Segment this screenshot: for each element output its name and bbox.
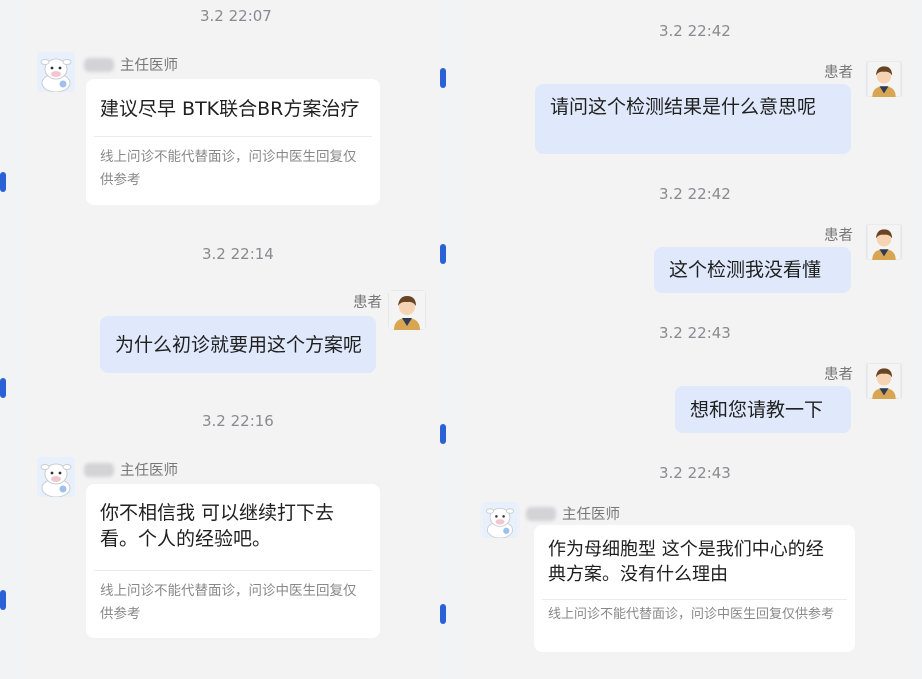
background-list-left bbox=[0, 0, 24, 679]
disclaimer-text: 线上问诊不能代替面诊，问诊中医生回复仅供参考 bbox=[100, 149, 357, 188]
disclaimer-text: 线上问诊不能代替面诊，问诊中医生回复仅供参考 bbox=[100, 583, 357, 622]
patient-avatar-icon[interactable] bbox=[865, 224, 903, 260]
doctor-avatar-icon[interactable] bbox=[480, 502, 520, 538]
patient-label: 患者 bbox=[353, 295, 382, 311]
background-list-middle bbox=[440, 0, 466, 679]
timestamp: 3.2 22:43 bbox=[659, 464, 731, 482]
doctor-message-bubble[interactable]: 建议尽早 BTK联合BR方案治疗 线上问诊不能代替面诊，问诊中医生回复仅供参考 bbox=[86, 79, 380, 205]
timestamp: 3.2 22:42 bbox=[659, 185, 731, 203]
redacted-name bbox=[84, 462, 114, 477]
redacted-name bbox=[84, 57, 114, 72]
chat-panel-right[interactable]: 3.2 22:42 患者 请问这个检测结果是什么意思呢 3.2 22:42 患者… bbox=[466, 0, 914, 679]
list-accent-marker bbox=[440, 244, 446, 264]
message-text: 这个检测我没看懂 bbox=[669, 259, 822, 281]
patient-message-bubble[interactable]: 请问这个检测结果是什么意思呢 bbox=[535, 84, 851, 154]
background-list-right bbox=[914, 0, 922, 679]
doctor-name-row: 主任医师 bbox=[84, 54, 178, 75]
list-accent-marker bbox=[0, 172, 6, 192]
patient-label: 患者 bbox=[824, 367, 853, 383]
timestamp: 3.2 22:42 bbox=[659, 22, 731, 40]
message-text: 请问这个检测结果是什么意思呢 bbox=[550, 96, 817, 118]
doctor-name-row: 主任医师 bbox=[526, 503, 620, 524]
message-text: 想和您请教一下 bbox=[690, 399, 824, 421]
doctor-title: 主任医师 bbox=[562, 507, 620, 523]
list-accent-marker bbox=[0, 378, 6, 398]
doctor-title: 主任医师 bbox=[120, 463, 178, 479]
disclaimer-text: 线上问诊不能代替面诊，问诊中医生回复仅供参考 bbox=[548, 607, 835, 622]
doctor-message-bubble[interactable]: 作为母细胞型 这个是我们中心的经典方案。没有什么理由 线上问诊不能代替面诊，问诊… bbox=[534, 525, 855, 652]
message-text: 你不相信我 可以继续打下去看。个人的经验吧。 bbox=[100, 502, 335, 550]
patient-message-bubble[interactable]: 想和您请教一下 bbox=[675, 386, 851, 433]
message-text: 作为母细胞型 这个是我们中心的经典方案。没有什么理由 bbox=[548, 539, 824, 585]
patient-label: 患者 bbox=[824, 65, 853, 81]
patient-label: 患者 bbox=[824, 228, 853, 244]
list-accent-marker bbox=[440, 68, 446, 88]
doctor-title: 主任医师 bbox=[120, 58, 178, 74]
timestamp: 3.2 22:07 bbox=[200, 7, 272, 25]
doctor-avatar-icon[interactable] bbox=[37, 52, 75, 92]
patient-message-bubble[interactable]: 这个检测我没看懂 bbox=[654, 247, 851, 293]
patient-avatar-icon[interactable] bbox=[865, 363, 903, 399]
message-text: 建议尽早 BTK联合BR方案治疗 bbox=[100, 98, 360, 120]
chat-panel-left[interactable]: 3.2 22:07 主任医师 建议尽早 BTK联合BR方案治疗 线上问诊不能代替… bbox=[24, 0, 440, 679]
timestamp: 3.2 22:16 bbox=[202, 412, 274, 430]
patient-avatar-icon[interactable] bbox=[388, 290, 426, 330]
list-accent-marker bbox=[440, 424, 446, 444]
message-text: 为什么初诊就要用这个方案呢 bbox=[115, 334, 363, 356]
patient-avatar-icon[interactable] bbox=[865, 61, 903, 97]
timestamp: 3.2 22:43 bbox=[659, 324, 731, 342]
redacted-name bbox=[526, 506, 556, 521]
list-accent-marker bbox=[0, 590, 6, 610]
doctor-message-bubble[interactable]: 你不相信我 可以继续打下去看。个人的经验吧。 线上问诊不能代替面诊，问诊中医生回… bbox=[86, 484, 380, 638]
list-accent-marker bbox=[440, 604, 446, 624]
timestamp: 3.2 22:14 bbox=[202, 245, 274, 263]
doctor-avatar-icon[interactable] bbox=[37, 457, 75, 497]
doctor-name-row: 主任医师 bbox=[84, 459, 178, 480]
patient-message-bubble[interactable]: 为什么初诊就要用这个方案呢 bbox=[100, 316, 376, 373]
